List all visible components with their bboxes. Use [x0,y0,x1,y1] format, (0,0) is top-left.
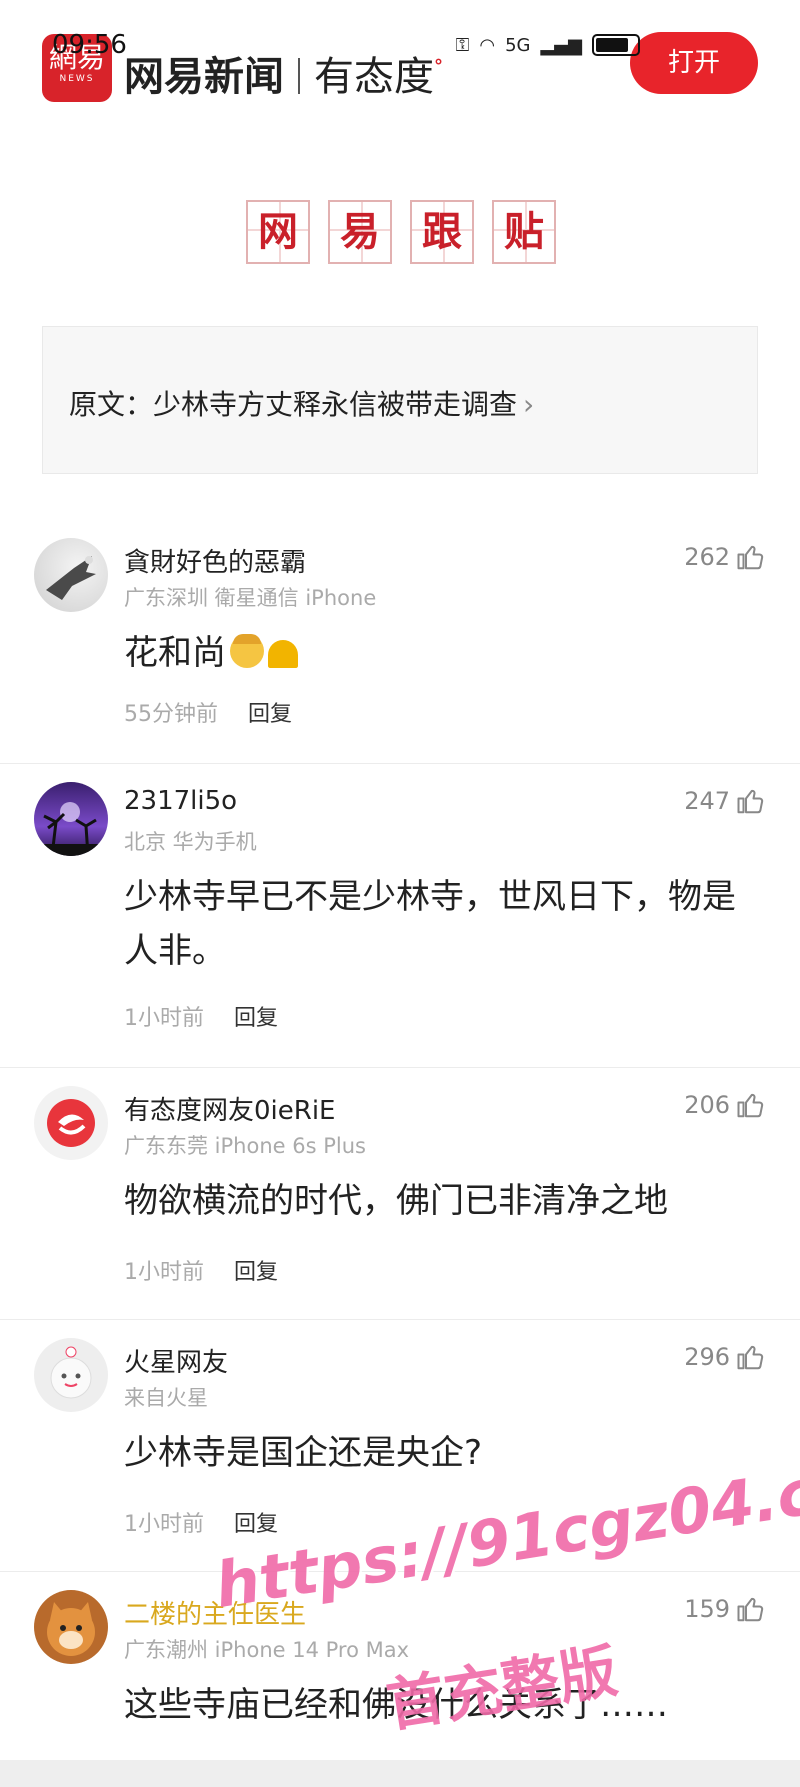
crescent-emoji-icon [268,640,298,668]
comment-item: 有态度网友0ieRiE 广东东莞 iPhone 6s Plus 206 物欲横流… [0,1068,800,1320]
comment-location-device: 来自火星 [124,1386,208,1410]
brand-name: 网易新闻 [124,54,284,100]
chevron-right-icon: › [523,388,535,421]
comment-time: 1小时前 [124,1006,204,1031]
comment-footer: 1小时前 回复 [124,1254,278,1286]
like-button[interactable]: 247 [684,786,766,816]
comment-body: 花和尚 [124,626,754,680]
slogan-dot-icon: ° [434,56,443,77]
app-header: 網易 NEWS 网易新闻 有态度° 打开 [0,0,800,120]
thumbs-up-icon [737,1093,764,1118]
mars-avatar[interactable] [34,1338,108,1412]
like-count: 206 [684,1091,730,1119]
like-count: 296 [684,1343,730,1371]
comment-text: 物欲横流的时代，佛门已非清净之地 [124,1181,668,1221]
comment-text: 少林寺早已不是少林寺，世风日下，物是人非。 [124,877,736,971]
thumbs-up-icon [737,789,764,814]
open-app-button[interactable]: 打开 [630,32,758,94]
signal-icon: ▂▄▆ [540,34,582,56]
comment-item: 貪財好色的惡霸 广东深圳 衛星通信 iPhone 262 花和尚 55分钟前 回复 [0,520,800,764]
logo-subtext: NEWS [59,74,95,84]
network-label: 5G [505,34,531,56]
stamp-char: 贴 [492,200,556,264]
man-face-emoji-icon [230,634,264,668]
source-title: 少林寺方丈释永信被带走调查 [153,388,518,421]
source-article-card[interactable]: 原文：少林寺方丈释永信被带走调查 › [42,326,758,474]
key-icon: ⚿ [455,34,470,56]
comment-username[interactable]: 二楼的主任医生 [124,1594,306,1631]
like-count: 262 [684,543,730,571]
netease-avatar[interactable] [34,1086,108,1160]
cat-avatar[interactable] [34,1590,108,1664]
comment-location-device: 广东东莞 iPhone 6s Plus [124,1134,366,1158]
comment-location-device: 广东潮州 iPhone 14 Pro Max [124,1638,410,1662]
battery-icon [592,34,640,56]
comment-footer: 1小时前 回复 [124,1506,278,1538]
comment-username[interactable]: 有态度网友0ieRiE [124,1090,335,1127]
like-button[interactable]: 206 [684,1090,766,1120]
comment-location-device: 广东深圳 衛星通信 iPhone [124,586,377,610]
comment-username[interactable]: 貪財好色的惡霸 [124,542,306,579]
stamp-char: 易 [328,200,392,264]
reply-button[interactable]: 回复 [234,1006,278,1031]
palm-night-avatar[interactable] [34,782,108,856]
stamp-char: 跟 [410,200,474,264]
comment-item: 2317li5o 北京 华为手机 247 少林寺早已不是少林寺，世风日下，物是人… [0,764,800,1068]
comment-time: 1小时前 [124,1260,204,1285]
comment-text: 这些寺庙已经和佛没什么关系了…… [124,1685,668,1725]
wifi-icon: ◠ [479,34,496,56]
comment-text: 少林寺是国企还是央企? [124,1433,483,1473]
comment-item: 火星网友 来自火星 296 少林寺是国企还是央企? 1小时前 回复 [0,1320,800,1572]
reply-button[interactable]: 回复 [248,702,292,727]
comment-text: 花和尚 [124,633,226,673]
like-button[interactable]: 262 [684,542,766,572]
status-icons: ⚿ ◠ 5G ▂▄▆ [456,34,640,56]
reply-button[interactable]: 回复 [234,1512,278,1537]
section-title-stamp: 网 易 跟 贴 [246,200,556,264]
thumbs-up-icon [737,1597,764,1622]
thumbs-up-icon [737,1345,764,1370]
brand-title: 网易新闻 有态度° [124,44,443,102]
eagle-avatar[interactable] [34,538,108,612]
like-count: 159 [684,1595,730,1623]
comment-time: 1小时前 [124,1512,204,1537]
stamp-char: 网 [246,200,310,264]
source-prefix: 原文： [69,388,154,421]
like-button[interactable]: 159 [684,1594,766,1624]
comment-footer: 1小时前 回复 [124,1000,278,1032]
comment-location-device: 北京 华为手机 [124,830,257,854]
thumbs-up-icon [737,545,764,570]
comment-item: 二楼的主任医生 广东潮州 iPhone 14 Pro Max 159 这些寺庙已… [0,1572,800,1772]
comment-footer: 55分钟前 回复 [124,696,292,728]
comment-username[interactable]: 2317li5o [124,786,237,816]
source-article-link[interactable]: 原文：少林寺方丈释永信被带走调查 › [69,383,534,423]
comment-username[interactable]: 火星网友 [124,1342,228,1379]
bottom-bar [0,1760,800,1787]
comment-time: 55分钟前 [124,702,218,727]
status-time: 09:56 [52,30,127,60]
comment-list: 貪財好色的惡霸 广东深圳 衛星通信 iPhone 262 花和尚 55分钟前 回复… [0,520,800,1772]
like-button[interactable]: 296 [684,1342,766,1372]
brand-divider [298,58,300,94]
reply-button[interactable]: 回复 [234,1260,278,1285]
like-count: 247 [684,787,730,815]
brand-slogan: 有态度 [314,54,434,100]
